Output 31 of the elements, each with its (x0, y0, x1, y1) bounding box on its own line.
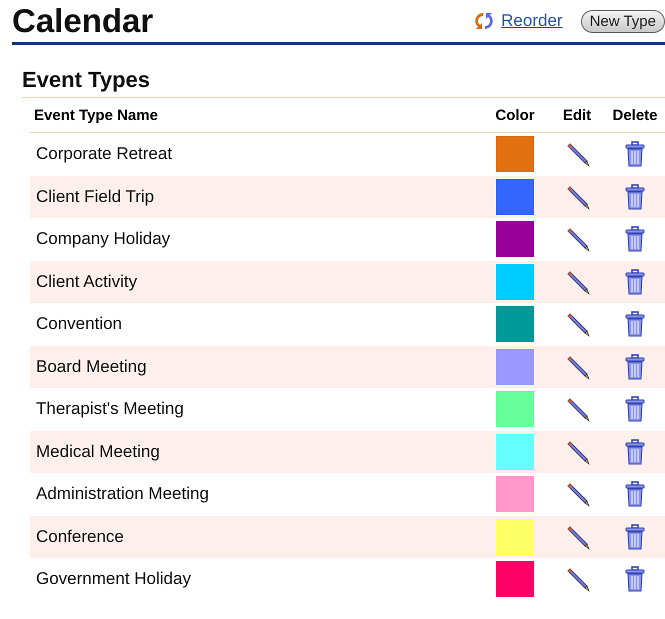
column-header: Edit (562, 106, 592, 124)
column-header: Color (494, 106, 536, 124)
column-header: Delete (611, 106, 659, 124)
event-type-name: Board Meeting (35, 356, 148, 377)
trash-icon[interactable] (625, 268, 645, 295)
section-title: Event Types (22, 67, 665, 98)
event-type-name: Administration Meeting (35, 484, 210, 504)
event-type-name: Company Holiday (35, 229, 172, 250)
trash-icon[interactable] (625, 141, 645, 168)
trash-icon[interactable] (625, 438, 645, 465)
event-type-name: Convention (35, 314, 124, 334)
event-type-name: Client Field Trip (35, 186, 156, 207)
event-type-name: Client Activity (35, 272, 138, 292)
new-type-button[interactable]: New Type (580, 10, 665, 32)
refresh-icon[interactable] (473, 10, 496, 32)
trash-icon[interactable] (625, 481, 645, 508)
event-type-name: Medical Meeting (35, 442, 161, 462)
trash-icon[interactable] (625, 354, 645, 380)
column-header: Event Type Name (33, 106, 159, 124)
event-type-name: Corporate Retreat (35, 144, 174, 164)
trash-icon[interactable] (625, 396, 645, 422)
event-type-name: Therapist's Meeting (35, 399, 185, 420)
trash-icon[interactable] (625, 524, 645, 550)
trash-icon[interactable] (625, 311, 645, 338)
reorder-link[interactable]: Reorder (501, 11, 563, 31)
trash-icon[interactable] (625, 184, 645, 210)
trash-icon[interactable] (625, 566, 645, 592)
trash-icon[interactable] (625, 226, 645, 252)
page-title: Calendar (12, 2, 154, 40)
event-type-name: Conference (35, 526, 125, 547)
event-type-name: Government Holiday (35, 569, 192, 590)
